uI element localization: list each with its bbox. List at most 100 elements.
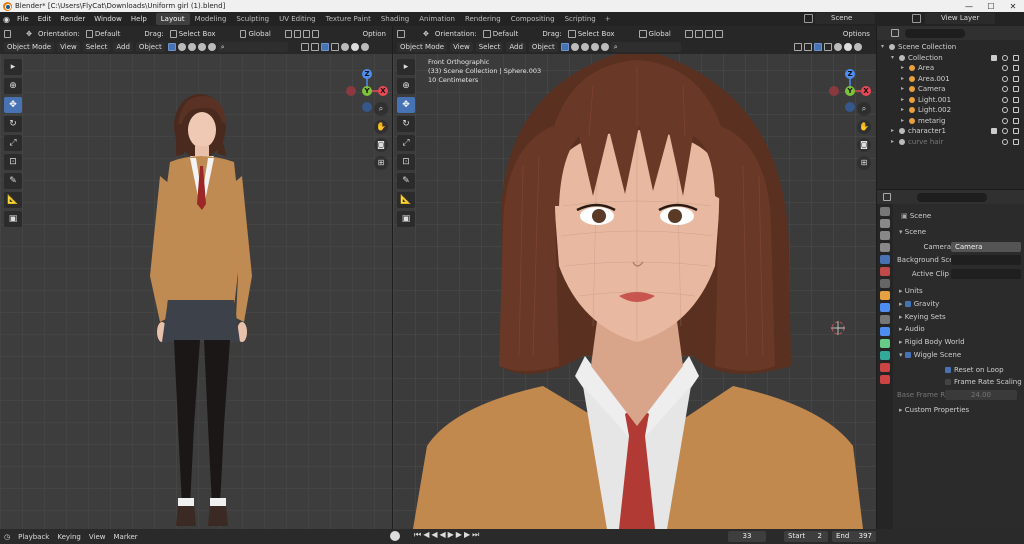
select-menu[interactable]: Select [82,41,111,52]
overlay-toggle-icon[interactable] [320,42,329,51]
tab-modeling[interactable]: Modeling [190,13,232,25]
character-closeup[interactable] [393,26,876,529]
gizmo-y-axis[interactable]: Y [362,86,372,96]
editor-type-icon[interactable] [397,29,405,38]
menu-file[interactable]: File [17,15,29,23]
tab-animation[interactable]: Animation [414,13,460,25]
active-clip-field[interactable] [951,269,1021,279]
camera-field[interactable]: Camera [951,242,1021,252]
move-tool-icon[interactable]: ✥ [397,97,415,113]
snap-icon[interactable] [293,29,301,38]
viewport-shading-material-icon[interactable] [853,42,862,51]
playback-controls[interactable]: ⏮◀◀◀▶▶▶⏭ [414,530,481,540]
tab-layout[interactable]: Layout [155,13,190,25]
maximize-button[interactable]: ☐ [980,2,1002,11]
properties-search[interactable] [917,193,987,202]
shading-render-icon[interactable] [600,42,609,51]
transform-tool-icon[interactable]: ⊡ [397,154,415,170]
visibility-icon[interactable] [793,42,802,51]
shading-solid-icon[interactable] [187,42,196,51]
outliner-row[interactable]: ▸ Camera [877,84,1024,95]
frame-rate-scaling-checkbox[interactable]: Frame Rate Scaling [945,376,1022,388]
expand-toggle-icon[interactable]: ▸ [891,137,894,148]
tool-tab-icon[interactable] [880,207,890,216]
reset-on-loop-checkbox[interactable]: Reset on Loop [945,364,1004,376]
transform-tool-icon[interactable]: ⊡ [4,154,22,170]
viewport-left[interactable]: ✥ Orientation: Default Drag: Select Box … [0,26,392,529]
transform-icon[interactable]: ✥ [26,30,32,38]
transform-icon[interactable]: ✥ [423,30,429,38]
proportional-icon[interactable] [302,29,310,38]
character-full-body[interactable] [130,86,270,529]
rotate-tool-icon[interactable]: ↻ [397,116,415,132]
object-menu[interactable]: Object [528,41,558,52]
menu-window[interactable]: Window [94,15,122,23]
camera-view-icon[interactable]: ◙ [857,138,871,152]
menu-render[interactable]: Render [60,15,85,23]
viewport-shading-solid-icon[interactable] [350,42,359,51]
expand-toggle-icon[interactable]: ▾ [881,42,884,53]
rotate-tool-icon[interactable]: ↻ [4,116,22,132]
start-frame-field[interactable]: Start 2 [784,531,828,542]
outliner-row[interactable]: ▸ metarig [877,116,1024,127]
ortho-toggle-icon[interactable]: ⊞ [374,156,388,170]
visibility-icon[interactable] [300,42,309,51]
pivot-icon[interactable] [284,29,292,38]
select-mode-icon[interactable] [560,42,569,51]
xray-icon[interactable] [330,42,339,51]
collection-tab-icon[interactable] [880,279,890,288]
scale-tool-icon[interactable]: ⤢ [4,135,22,151]
zoom-view-icon[interactable]: ⌕ [374,102,388,116]
falloff-icon[interactable] [714,29,723,38]
scene-type-icon[interactable] [804,14,813,23]
viewport-shading-wire-icon[interactable] [340,42,349,51]
expand-toggle-icon[interactable]: ▾ [891,53,894,64]
annotate-tool-icon[interactable]: ✎ [4,173,22,189]
tab-sculpting[interactable]: Sculpting [231,13,274,25]
orientation-dropdown[interactable]: Default [95,30,121,38]
zoom-view-icon[interactable]: ⌕ [857,102,871,116]
tab-texture-paint[interactable]: Texture Paint [321,13,376,25]
render-visibility-icon[interactable] [1013,54,1019,61]
pan-view-icon[interactable]: ✋ [374,120,388,134]
minimize-button[interactable]: — [958,2,980,11]
camera-view-icon[interactable]: ◙ [374,138,388,152]
scene-tab-icon[interactable] [880,255,890,264]
xray-icon[interactable] [823,42,832,51]
mode-dropdown[interactable]: Object Mode [4,41,55,52]
outliner-row[interactable]: ▸ Area.001 [877,74,1024,85]
tab-rendering[interactable]: Rendering [460,13,506,25]
measure-tool-icon[interactable]: 📐 [397,192,415,208]
overlay-toggle-icon[interactable] [813,42,822,51]
constraints-tab-icon[interactable] [880,339,890,348]
outliner-row[interactable]: ▾ Collection [877,53,1024,64]
cursor-tool-icon[interactable]: ⊕ [397,78,415,94]
search-field[interactable]: ⌕ [610,41,681,52]
visibility-eye-icon[interactable] [1002,138,1008,145]
keying-sets-section[interactable]: ▸ Keying Sets [899,311,946,323]
render-visibility-icon[interactable] [1013,65,1019,71]
current-frame-field[interactable]: 33 [728,531,766,542]
expand-toggle-icon[interactable]: ▸ [901,63,904,74]
visibility-eye-icon[interactable] [1002,86,1008,92]
add-workspace-button[interactable]: + [601,15,615,23]
rigid-body-world-section[interactable]: ▸ Rigid Body World [899,336,965,348]
tab-uv-editing[interactable]: UV Editing [274,13,321,25]
visibility-eye-icon[interactable] [1002,54,1008,61]
custom-properties-section[interactable]: ▸ Custom Properties [899,404,969,416]
outliner-search[interactable] [905,28,965,38]
render-visibility-icon[interactable] [1013,96,1019,103]
add-cube-tool-icon[interactable]: ▣ [4,211,22,227]
material-tab-icon[interactable] [880,363,890,372]
scale-tool-icon[interactable]: ⤢ [397,135,415,151]
wiggle-scene-section[interactable]: ▾ Wiggle Scene [899,349,961,361]
search-field[interactable]: ⌕ [217,41,288,52]
transform-orientation-dropdown[interactable]: Global [248,30,270,38]
gizmo-toggle-icon[interactable] [803,42,812,51]
visibility-eye-icon[interactable] [1002,65,1008,71]
outliner-row[interactable]: ▸ character1 [877,126,1024,137]
viewport-shading-solid-icon[interactable] [843,42,852,51]
view-layer-icon[interactable] [912,14,921,23]
scene-selector[interactable]: Scene [815,13,875,24]
blender-menu-icon[interactable]: ◉ [3,15,12,24]
